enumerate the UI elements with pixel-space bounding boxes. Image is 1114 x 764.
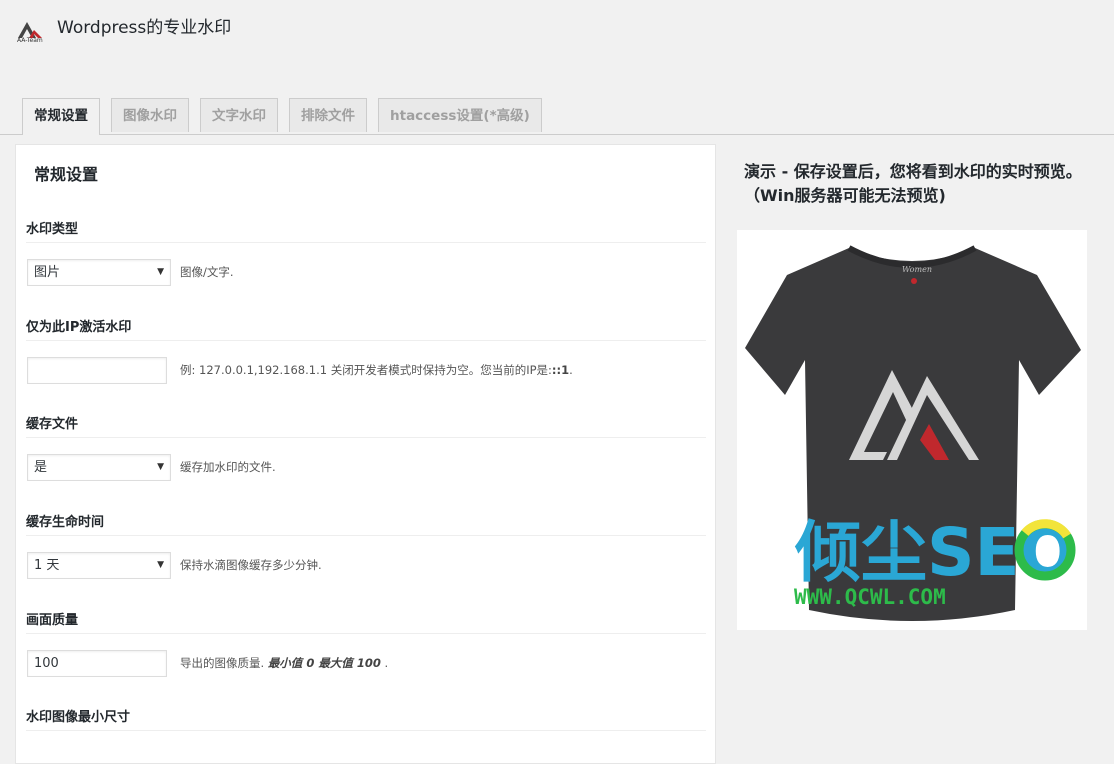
tab-general-settings[interactable]: 常规设置 [22, 98, 100, 135]
watermark-type-label: 水印类型 [26, 222, 79, 237]
current-ip: ::1 [551, 363, 570, 377]
tab-text-watermark[interactable]: 文字水印 [200, 98, 278, 132]
dropdown-arrow-icon: ▼ [157, 267, 164, 277]
divider [26, 242, 706, 243]
watermark-url-text: WWW.QCWL.COM [794, 585, 946, 609]
watermark-type-select[interactable]: 图片 ▼ [27, 259, 171, 286]
ip-only-input[interactable] [27, 357, 167, 384]
quality-description-prefix: 导出的图像质量. [180, 656, 268, 670]
dropdown-arrow-icon: ▼ [157, 462, 164, 472]
cache-lifetime-description: 保持水滴图像缓存多少分钟. [180, 558, 322, 572]
divider [26, 535, 706, 536]
divider [26, 340, 706, 341]
ip-only-description-end: . [569, 363, 573, 377]
cache-lifetime-select[interactable]: 1 天 ▼ [27, 552, 171, 579]
divider [26, 730, 706, 731]
watermark-preview-image: Women 倾尘SEO WWW.QCWL.COM [737, 230, 1087, 630]
divider [26, 437, 706, 438]
dropdown-arrow-icon: ▼ [157, 560, 164, 570]
tab-image-watermark[interactable]: 图像水印 [111, 98, 189, 132]
tab-htaccess-settings[interactable]: htaccess设置(*高级) [378, 98, 542, 132]
quality-range: 最小值 0 最大值 100 [267, 656, 381, 670]
ip-only-description-text: 例: 127.0.0.1,192.168.1.1 关闭开发者模式时保持为空。您当… [180, 363, 552, 377]
page-header: AA-Team Wordpress的专业水印 [0, 0, 1114, 60]
min-size-label: 水印图像最小尺寸 [26, 710, 131, 725]
ip-only-label: 仅为此IP激活水印 [26, 320, 132, 335]
settings-tabs: 常规设置 图像水印 文字水印 排除文件 htaccess设置(*高级) [0, 97, 1114, 135]
cache-lifetime-label: 缓存生命时间 [26, 515, 105, 530]
general-settings-panel: 常规设置 水印类型 图片 ▼ 图像/文字. 仅为此IP激活水印 例: 127.0… [15, 144, 716, 764]
watermark-type-description: 图像/文字. [180, 265, 234, 279]
preview-title: 演示 - 保存设置后，您将看到水印的实时预览。（Win服务器可能无法预览) [744, 162, 1082, 205]
cache-files-select[interactable]: 是 ▼ [27, 454, 171, 481]
tab-exclude-files[interactable]: 排除文件 [289, 98, 367, 132]
divider [26, 633, 706, 634]
quality-input[interactable]: 100 [27, 650, 167, 677]
shirt-label: Women [902, 265, 932, 274]
quality-label: 画面质量 [26, 613, 79, 628]
ip-only-description: 例: 127.0.0.1,192.168.1.1 关闭开发者模式时保持为空。您当… [180, 362, 573, 378]
quality-description-suffix: . [380, 656, 389, 670]
watermark-type-value: 图片 [34, 265, 61, 280]
cache-files-label: 缓存文件 [26, 417, 79, 432]
tshirt-preview-icon: Women 倾尘SEO WWW.QCWL.COM [745, 245, 1081, 621]
page-title: Wordpress的专业水印 [57, 18, 232, 38]
quality-description: 导出的图像质量. 最小值 0 最大值 100 . [180, 655, 388, 671]
panel-title: 常规设置 [34, 165, 99, 184]
cache-files-description: 缓存加水印的文件. [180, 460, 276, 474]
cache-lifetime-value: 1 天 [34, 558, 60, 573]
logo-text: AA-Team [17, 37, 43, 44]
cache-files-value: 是 [34, 460, 48, 475]
